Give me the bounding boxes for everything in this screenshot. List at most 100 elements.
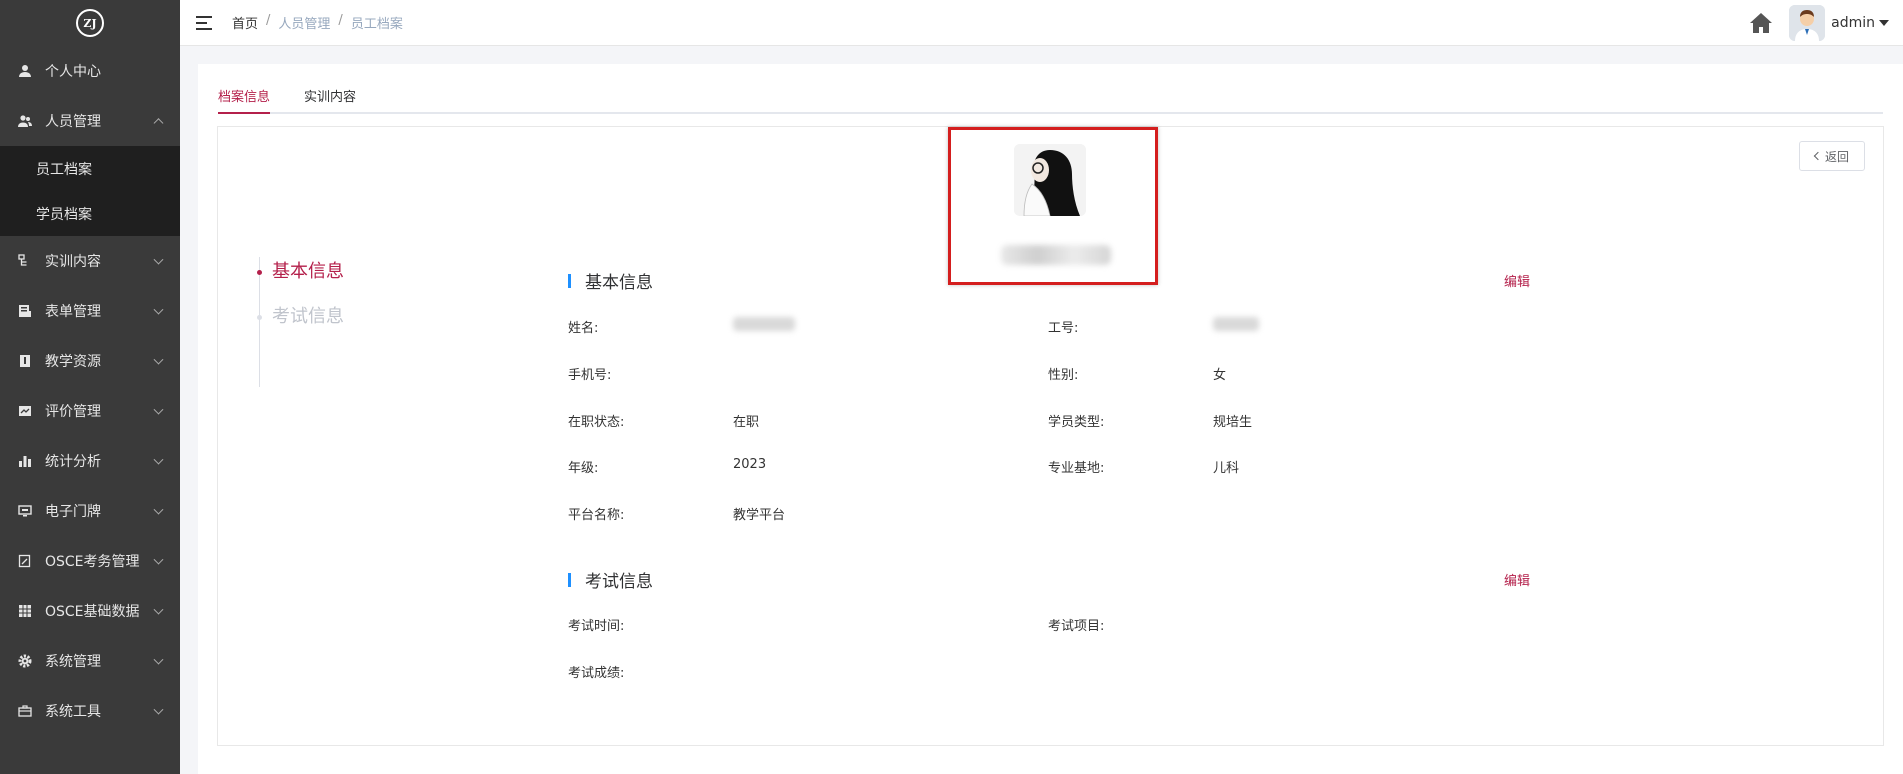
sidebar-item-staff-archive[interactable]: 员工档案 (0, 146, 180, 191)
flow-icon (18, 254, 32, 268)
user-menu[interactable]: admin (1831, 15, 1889, 31)
sidebar-item-label: 教学资源 (45, 354, 101, 370)
platform-name-label: 平台名称: (568, 508, 625, 523)
sidebar-item-personal-center[interactable]: 个人中心 (0, 46, 180, 96)
users-icon (18, 114, 32, 128)
user-icon (18, 64, 32, 78)
basic-info-title: 基本信息 (568, 268, 653, 293)
home-icon[interactable] (1749, 12, 1773, 34)
gender-value: 女 (1213, 368, 1227, 383)
student-type-value: 规培生 (1213, 415, 1253, 430)
sidebar-item-osce-exam-management[interactable]: OSCE考务管理 (0, 536, 180, 586)
exam-info-title: 考试信息 (568, 567, 653, 592)
basic-edit-link[interactable]: 编辑 (1504, 271, 1530, 290)
logo-mark: ZJ (76, 9, 104, 37)
breadcrumb-separator: / (338, 13, 343, 28)
employment-status-label: 在职状态: (568, 415, 625, 430)
tab-training-content[interactable]: 实训内容 (304, 86, 356, 112)
chevron-up-icon (153, 118, 164, 129)
breadcrumb-home[interactable]: 首页 (232, 13, 258, 32)
logo[interactable]: ZJ (0, 0, 180, 46)
blurred-value (1213, 317, 1259, 331)
form-icon (18, 304, 32, 318)
job-number-label: 工号: (1048, 321, 1079, 336)
chevron-down-icon (153, 554, 164, 565)
sidebar-item-label: 实训内容 (45, 254, 101, 270)
grid-icon (18, 604, 32, 618)
book-icon (18, 354, 32, 368)
profile-name-blurred (1001, 245, 1111, 265)
gear-icon (18, 654, 32, 668)
sidebar-item-training-content[interactable]: 实训内容 (0, 236, 180, 286)
section-bar (568, 273, 571, 288)
sidebar-item-statistics[interactable]: 统计分析 (0, 436, 180, 486)
breadcrumb-personnel[interactable]: 人员管理 (278, 13, 330, 32)
timeline-basic-info[interactable]: 基本信息 (257, 257, 344, 302)
chevron-down-icon (153, 504, 164, 515)
sidebar-item-student-archive[interactable]: 学员档案 (0, 191, 180, 236)
sidebar-item-label: 系统管理 (45, 654, 101, 670)
sidebar-item-osce-base-data[interactable]: OSCE基础数据 (0, 586, 180, 636)
chart-box-icon (18, 404, 32, 418)
chevron-left-icon (1813, 151, 1823, 161)
chevron-down-icon (153, 454, 164, 465)
basic-info-title-text: 基本信息 (585, 273, 653, 293)
breadcrumb-staff-archive: 员工档案 (350, 17, 403, 32)
username: admin (1831, 14, 1875, 31)
toolbox-icon (18, 704, 32, 718)
sidebar-item-evaluation-management[interactable]: 评价管理 (0, 386, 180, 436)
student-type-label: 学员类型: (1048, 415, 1105, 430)
exam-project-label: 考试项目: (1048, 619, 1105, 634)
sidebar-item-label: 系统工具 (45, 704, 101, 720)
sidebar-item-electronic-doorplate[interactable]: 电子门牌 (0, 486, 180, 536)
sidebar-item-label: 评价管理 (45, 404, 101, 420)
exam-time-label: 考试时间: (568, 619, 625, 634)
archive-card: 返回 基本信息 考试信息 基本信息 编辑 姓名: 工号: 手机号: 性别: 女 … (217, 126, 1884, 746)
sidebar-item-label: OSCE基础数据 (45, 604, 140, 620)
tab-archive-info[interactable]: 档案信息 (218, 86, 271, 114)
top-bar: 首页 / 人员管理 / 员工档案 admin (180, 0, 1903, 46)
exam-edit-link[interactable]: 编辑 (1504, 570, 1530, 589)
back-button[interactable]: 返回 (1799, 141, 1865, 171)
sidebar-item-teaching-resources[interactable]: 教学资源 (0, 336, 180, 386)
sidebar-item-label: 电子门牌 (45, 504, 101, 520)
sidebar-item-system-tools[interactable]: 系统工具 (0, 686, 180, 736)
submenu-personnel: 员工档案 学员档案 (0, 146, 180, 236)
blurred-value (733, 317, 795, 331)
sidebar-item-label: OSCE考务管理 (45, 554, 140, 570)
chevron-down-icon (153, 304, 164, 315)
grade-label: 年级: (568, 461, 599, 476)
tabs: 档案信息 实训内容 (218, 86, 1883, 114)
chevron-down-icon (153, 704, 164, 715)
chevron-down-icon (153, 404, 164, 415)
platform-name-value: 教学平台 (733, 508, 786, 523)
sidebar-item-system-management[interactable]: 系统管理 (0, 636, 180, 686)
profile-photo (1014, 144, 1086, 216)
timeline-exam-info[interactable]: 考试信息 (257, 302, 344, 347)
phone-label: 手机号: (568, 368, 612, 383)
section-bar (568, 572, 571, 587)
sidebar-item-form-management[interactable]: 表单管理 (0, 286, 180, 336)
monitor-icon (18, 504, 32, 518)
main-content: 档案信息 实训内容 返回 基本信息 考试信息 基本信息 编辑 姓名: 工号: 手… (198, 64, 1903, 774)
employment-status-value: 在职 (733, 415, 760, 430)
top-right-area: admin (1749, 4, 1889, 41)
chevron-down-icon (153, 604, 164, 615)
menu-toggle-icon[interactable] (196, 15, 212, 30)
sidebar-item-label: 统计分析 (45, 454, 101, 470)
sidebar: ZJ 个人中心 人员管理 员工档案 学员档案 实训内容 表单管理 教学资源 评价… (0, 0, 180, 774)
job-number-value (1213, 317, 1259, 335)
avatar[interactable] (1789, 4, 1826, 41)
profile-highlight (948, 127, 1158, 285)
chevron-down-icon (153, 654, 164, 665)
section-timeline: 基本信息 考试信息 (257, 257, 344, 387)
caret-down-icon (1879, 19, 1889, 26)
sidebar-item-label: 人员管理 (45, 114, 101, 130)
chevron-down-icon (153, 354, 164, 365)
gender-label: 性别: (1048, 368, 1079, 383)
specialty-base-value: 儿科 (1213, 461, 1240, 476)
name-value (733, 317, 795, 335)
sidebar-item-label: 表单管理 (45, 304, 101, 320)
edit-doc-icon (18, 554, 32, 568)
sidebar-item-personnel-management[interactable]: 人员管理 (0, 96, 180, 146)
